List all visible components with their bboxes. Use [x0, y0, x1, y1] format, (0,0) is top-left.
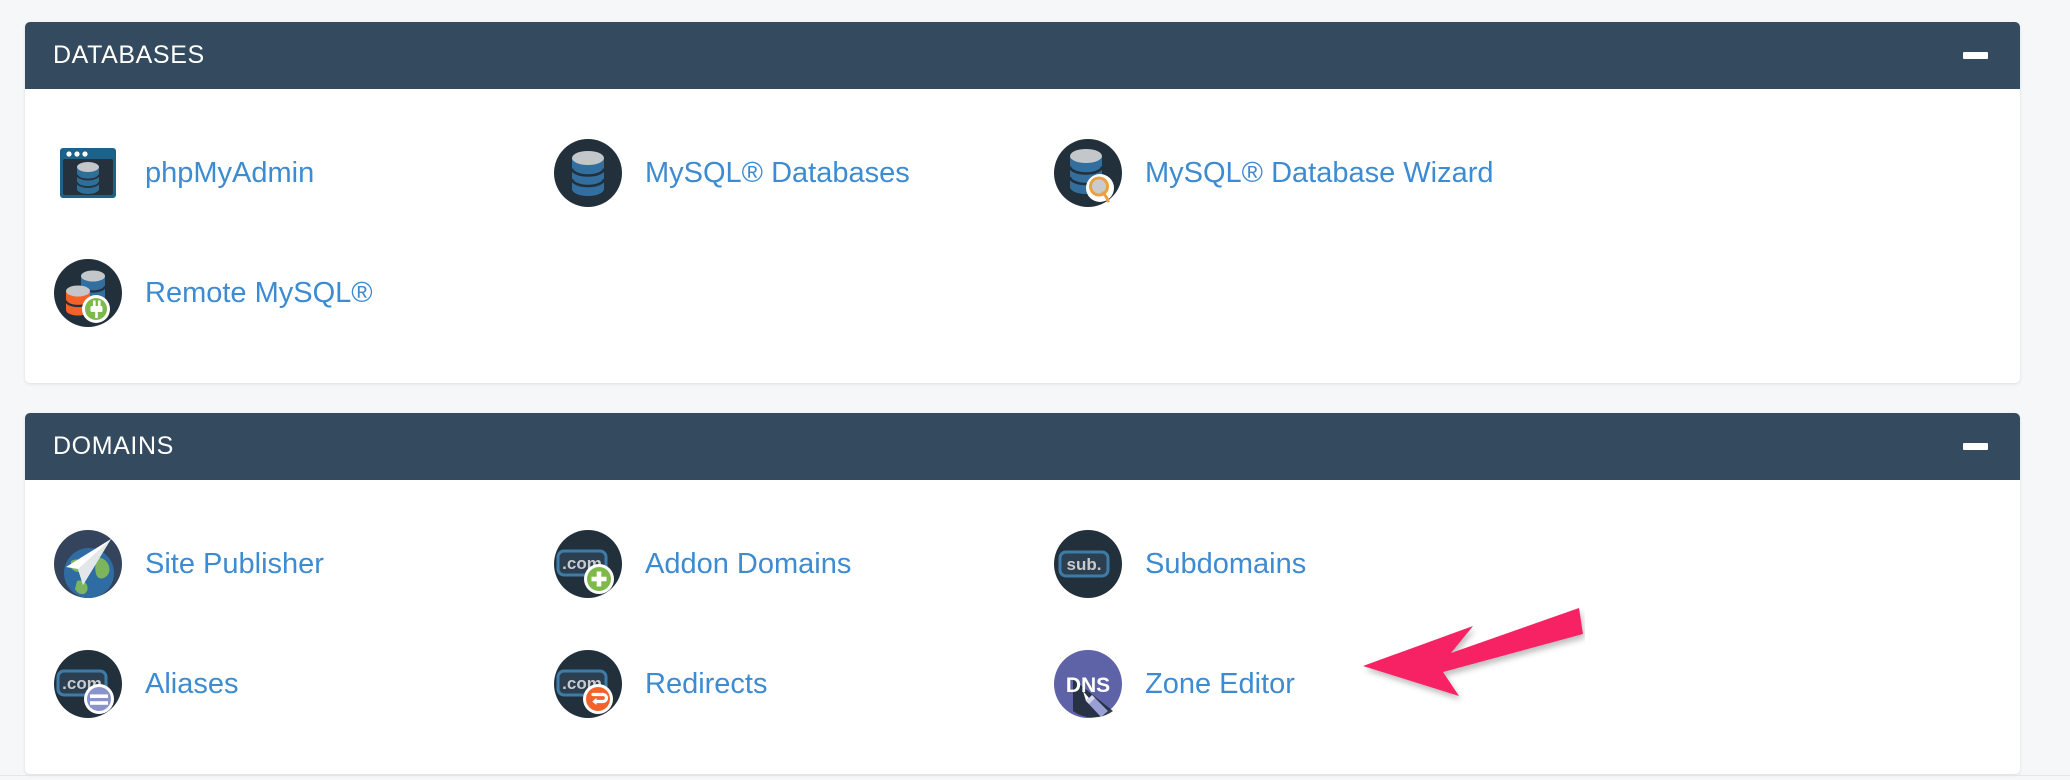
feature-label: Site Publisher: [145, 547, 324, 580]
feature-label: MySQL® Databases: [645, 156, 910, 189]
feature-item-redirects[interactable]: .com Redirects: [553, 624, 1053, 744]
aliases-icon: .com: [53, 649, 123, 719]
feature-label: Addon Domains: [645, 547, 852, 580]
panel-databases: DATABASES phpMyAdmin MySQL® Databases My…: [25, 22, 2020, 383]
feature-label: Subdomains: [1145, 547, 1307, 580]
feature-label: Aliases: [145, 667, 239, 700]
feature-item-addon-domains[interactable]: .com Addon Domains: [553, 504, 1053, 624]
panel-domains: DOMAINS Site Publisher .com Addon Domain…: [25, 413, 2020, 774]
feature-item-mysql-databases[interactable]: MySQL® Databases: [553, 113, 1053, 233]
site-publisher-icon: [53, 529, 123, 599]
feature-row: .com Aliases .com Redirects DNS Zone Edi…: [53, 624, 1992, 744]
feature-item-subdomains[interactable]: sub. Subdomains: [1053, 504, 1553, 624]
zone-editor-icon: DNS: [1053, 649, 1123, 719]
panel-body-databases: phpMyAdmin MySQL® Databases MySQL® Datab…: [25, 89, 2020, 383]
subdomains-icon: sub.: [1053, 529, 1123, 599]
panel-body-domains: Site Publisher .com Addon Domains sub. S…: [25, 480, 2020, 774]
feature-label: Remote MySQL®: [145, 276, 373, 309]
feature-row: Site Publisher .com Addon Domains sub. S…: [53, 504, 1992, 624]
feature-label: MySQL® Database Wizard: [1145, 156, 1494, 189]
feature-label: Zone Editor: [1145, 667, 1295, 700]
feature-item-zone-editor[interactable]: DNS Zone Editor: [1053, 624, 1553, 744]
mysql-databases-icon: [553, 138, 623, 208]
dns-label: DNS: [1066, 674, 1110, 697]
redirects-icon: .com: [553, 649, 623, 719]
cpanel-feature-list: DATABASES phpMyAdmin MySQL® Databases My…: [0, 0, 2070, 780]
minus-icon[interactable]: [1958, 430, 1992, 464]
panel-header-databases[interactable]: DATABASES: [25, 22, 2020, 89]
feature-item-site-publisher[interactable]: Site Publisher: [53, 504, 553, 624]
page-title: DATABASES: [53, 41, 205, 69]
remote-mysql-icon: [53, 258, 123, 328]
feature-row: phpMyAdmin MySQL® Databases MySQL® Datab…: [53, 113, 1992, 233]
feature-row: Remote MySQL®: [53, 233, 1992, 353]
feature-item-aliases[interactable]: .com Aliases: [53, 624, 553, 744]
feature-item-remote-mysql[interactable]: Remote MySQL®: [53, 233, 553, 353]
feature-item-mysql-database-wizard[interactable]: MySQL® Database Wizard: [1053, 113, 1553, 233]
mysql-database-wizard-icon: [1053, 138, 1123, 208]
sub-label: sub.: [1067, 555, 1102, 574]
feature-label: Redirects: [645, 667, 768, 700]
feature-item-phpmyadmin[interactable]: phpMyAdmin: [53, 113, 553, 233]
page-title: DOMAINS: [53, 432, 174, 460]
addon-domains-icon: .com: [553, 529, 623, 599]
minus-icon[interactable]: [1958, 39, 1992, 73]
bottom-divider: [0, 775, 2070, 776]
panel-header-domains[interactable]: DOMAINS: [25, 413, 2020, 480]
feature-label: phpMyAdmin: [145, 156, 315, 189]
phpmyadmin-icon: [53, 138, 123, 208]
